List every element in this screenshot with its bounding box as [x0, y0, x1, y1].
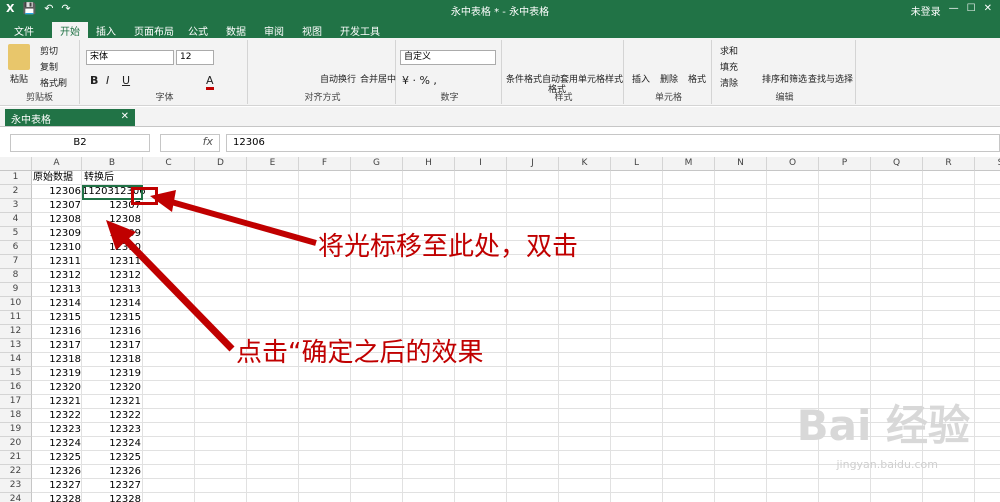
annotation-double-click: 将光标移至此处，双击: [318, 232, 579, 262]
annotation-after-confirm: 点击“确定之后的效果: [236, 338, 484, 368]
baidu-watermark: Bai 经验: [796, 401, 970, 450]
watermark-url: jingyan.baidu.com: [836, 458, 938, 471]
arrow-head-1: [150, 190, 176, 212]
arrow-to-fill-handle: [167, 198, 317, 246]
arrow-to-column-b: [117, 231, 235, 352]
